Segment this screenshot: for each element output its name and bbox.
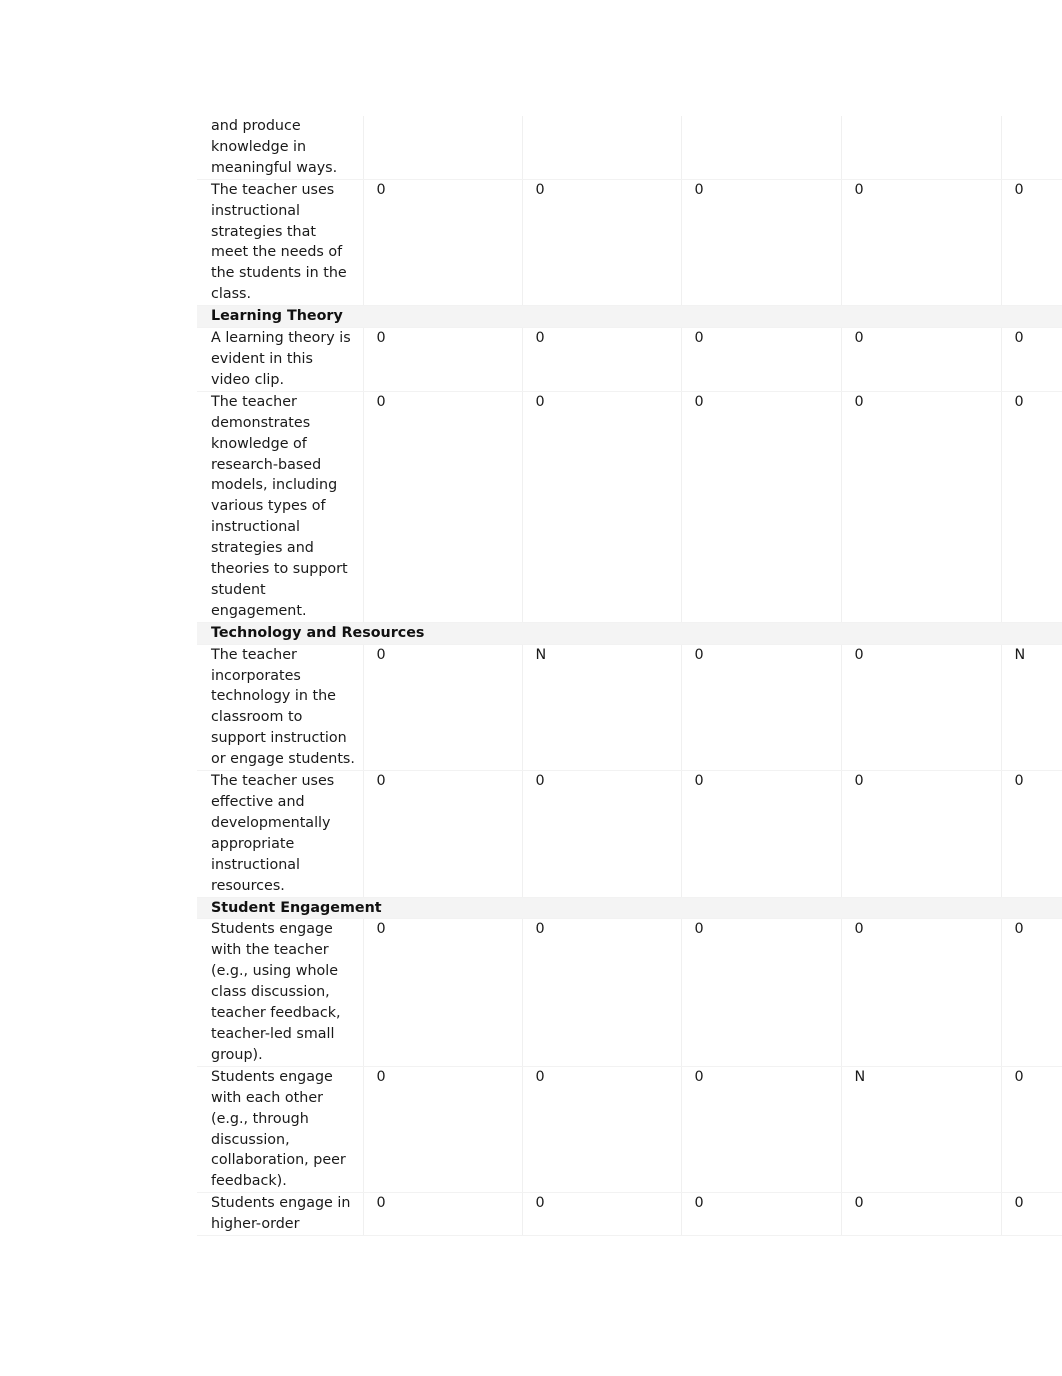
score-cell: 0 bbox=[522, 179, 682, 307]
score-cell: 0 bbox=[363, 391, 523, 623]
criteria-cell: Students engage in higher-order bbox=[197, 1192, 364, 1237]
score-cell: 0 bbox=[363, 1066, 523, 1194]
score-cell: 0 bbox=[681, 918, 842, 1067]
score-cell: 0 bbox=[841, 770, 1002, 898]
score-cell: 0 bbox=[681, 1192, 842, 1237]
score-cell bbox=[1001, 116, 1062, 180]
criteria-cell: The teacher incorporates technology in t… bbox=[197, 644, 364, 772]
rubric-table-viewport: and produce knowledge in meaningful ways… bbox=[197, 116, 1062, 1246]
score-cell: 0 bbox=[1001, 1192, 1062, 1237]
score-cell: 0 bbox=[841, 644, 1002, 772]
score-cell: 0 bbox=[681, 770, 842, 898]
rubric-table: and produce knowledge in meaningful ways… bbox=[197, 116, 1062, 1237]
section-header-label: Learning Theory bbox=[197, 305, 1062, 329]
score-cell: 0 bbox=[522, 391, 682, 623]
table-row: Students engage in higher-order 0 0 0 0 … bbox=[197, 1192, 1062, 1237]
criteria-cell: The teacher uses instructional strategie… bbox=[197, 179, 364, 307]
score-cell: 0 bbox=[841, 179, 1002, 307]
score-cell: 0 bbox=[681, 644, 842, 772]
score-cell bbox=[363, 116, 523, 180]
table-row: The teacher incorporates technology in t… bbox=[197, 644, 1062, 772]
score-cell: 0 bbox=[522, 1066, 682, 1194]
table-row: Students engage with each other (e.g., t… bbox=[197, 1066, 1062, 1194]
section-header-row: Learning Theory bbox=[197, 305, 1062, 329]
rubric-table-body: and produce knowledge in meaningful ways… bbox=[197, 116, 1062, 1237]
criteria-cell: and produce knowledge in meaningful ways… bbox=[197, 116, 364, 180]
score-cell: 0 bbox=[841, 1192, 1002, 1237]
table-row: The teacher uses effective and developme… bbox=[197, 770, 1062, 898]
criteria-cell: Students engage with the teacher (e.g., … bbox=[197, 918, 364, 1067]
score-cell bbox=[522, 116, 682, 180]
score-cell: N bbox=[522, 644, 682, 772]
score-cell: N bbox=[841, 1066, 1002, 1194]
score-cell: N bbox=[1001, 644, 1062, 772]
score-cell: 0 bbox=[363, 179, 523, 307]
score-cell: 0 bbox=[363, 644, 523, 772]
criteria-cell: Students engage with each other (e.g., t… bbox=[197, 1066, 364, 1194]
score-cell: 0 bbox=[681, 179, 842, 307]
table-row: Students engage with the teacher (e.g., … bbox=[197, 918, 1062, 1067]
score-cell: 0 bbox=[522, 327, 682, 392]
score-cell: 0 bbox=[681, 327, 842, 392]
score-cell: 0 bbox=[363, 918, 523, 1067]
table-row: A learning theory is evident in this vid… bbox=[197, 327, 1062, 392]
score-cell: 0 bbox=[522, 1192, 682, 1237]
score-cell: 0 bbox=[681, 1066, 842, 1194]
score-cell: 0 bbox=[1001, 770, 1062, 898]
table-row: and produce knowledge in meaningful ways… bbox=[197, 116, 1062, 180]
score-cell: 0 bbox=[1001, 1066, 1062, 1194]
score-cell: 0 bbox=[1001, 918, 1062, 1067]
score-cell: 0 bbox=[363, 327, 523, 392]
criteria-cell: A learning theory is evident in this vid… bbox=[197, 327, 364, 392]
section-header-row: Student Engagement bbox=[197, 897, 1062, 920]
score-cell: 0 bbox=[841, 327, 1002, 392]
table-row: The teacher demonstrates knowledge of re… bbox=[197, 391, 1062, 623]
criteria-cell: The teacher demonstrates knowledge of re… bbox=[197, 391, 364, 623]
score-cell: 0 bbox=[522, 918, 682, 1067]
score-cell: 0 bbox=[1001, 179, 1062, 307]
score-cell: 0 bbox=[363, 1192, 523, 1237]
document-page: and produce knowledge in meaningful ways… bbox=[0, 0, 1062, 1376]
score-cell bbox=[841, 116, 1002, 180]
section-header-row: Technology and Resources bbox=[197, 622, 1062, 645]
score-cell: 0 bbox=[681, 391, 842, 623]
score-cell: 0 bbox=[363, 770, 523, 898]
criteria-cell: The teacher uses effective and developme… bbox=[197, 770, 364, 898]
score-cell: 0 bbox=[841, 391, 1002, 623]
table-row: The teacher uses instructional strategie… bbox=[197, 179, 1062, 307]
score-cell: 0 bbox=[522, 770, 682, 898]
section-header-label: Technology and Resources bbox=[197, 622, 1062, 645]
score-cell: 0 bbox=[841, 918, 1002, 1067]
score-cell bbox=[681, 116, 842, 180]
section-header-label: Student Engagement bbox=[197, 897, 1062, 920]
score-cell: 0 bbox=[1001, 327, 1062, 392]
score-cell: 0 bbox=[1001, 391, 1062, 623]
